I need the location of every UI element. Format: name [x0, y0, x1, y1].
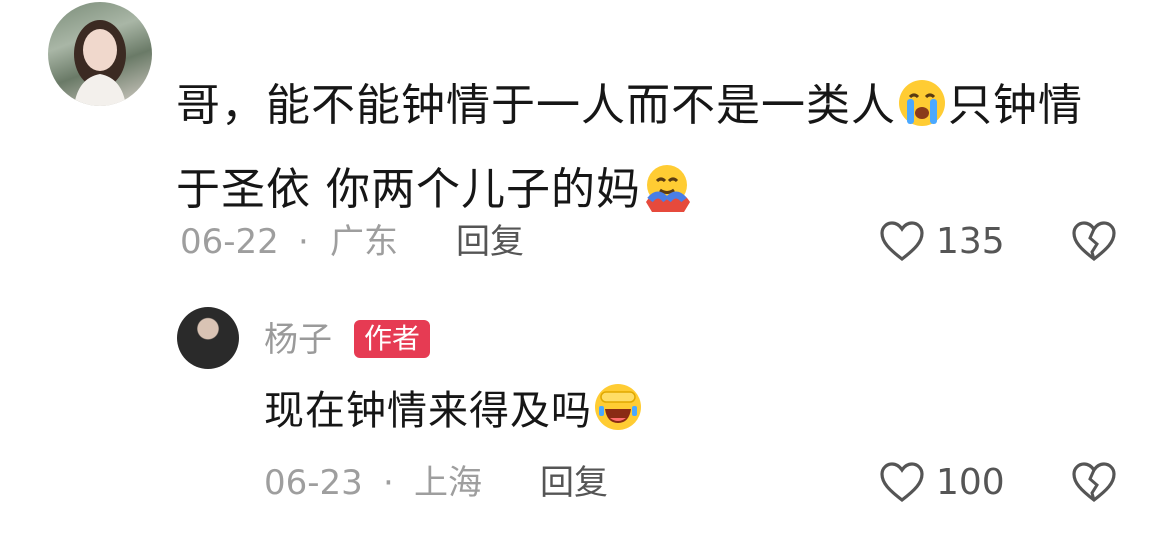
reply-text: 现在钟情来得及吗 — [264, 388, 592, 434]
laughing-face-icon — [593, 382, 643, 449]
meta-separator: · — [383, 463, 394, 503]
reply-reply-button[interactable]: 回复 — [540, 463, 608, 503]
meta-separator: · — [298, 222, 309, 262]
reply-like-button[interactable] — [879, 461, 925, 503]
comment-date: 06-22 — [180, 222, 279, 262]
crying-face-icon — [897, 76, 947, 152]
broken-heart-icon — [1072, 221, 1116, 262]
reply-button[interactable]: 回复 — [456, 222, 524, 262]
dislike-button[interactable] — [1071, 220, 1117, 262]
reply-author-avatar[interactable] — [177, 307, 239, 369]
reply-dislike-button[interactable] — [1071, 461, 1117, 503]
broken-heart-icon — [1072, 462, 1116, 503]
reply-location: 上海 — [414, 463, 482, 503]
comment-body: 哥，能不能钟情于一人而不是一类人 只钟情于圣依 你两个儿子的妈 — [176, 68, 1116, 236]
hugging-face-icon — [642, 160, 692, 236]
author-badge: 作者 — [354, 320, 431, 358]
reply-date: 06-23 — [264, 463, 363, 503]
comment-text-part1: 哥，能不能钟情于一人而不是一类人 — [176, 80, 896, 131]
heart-icon — [880, 462, 924, 503]
like-button[interactable] — [879, 220, 925, 262]
reply-author-name[interactable]: 杨子 — [264, 320, 332, 360]
like-count: 135 — [936, 221, 1005, 262]
commenter-avatar[interactable] — [48, 2, 152, 106]
reply-like-count: 100 — [936, 462, 1005, 503]
comment-location: 广东 — [330, 222, 398, 262]
heart-icon — [880, 221, 924, 262]
reply-body: 现在钟情来得及吗 — [264, 381, 644, 449]
